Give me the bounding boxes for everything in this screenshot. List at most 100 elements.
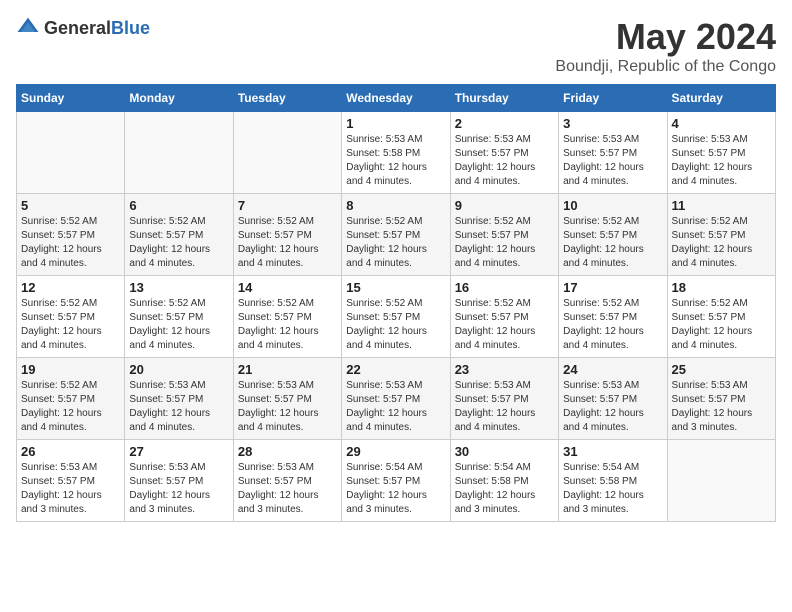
calendar-cell: 26Sunrise: 5:53 AM Sunset: 5:57 PM Dayli… [17, 440, 125, 522]
day-info: Sunrise: 5:54 AM Sunset: 5:58 PM Dayligh… [563, 461, 662, 517]
day-number: 8 [346, 198, 445, 213]
logo-text-blue: Blue [111, 18, 150, 38]
column-header-sunday: Sunday [17, 85, 125, 112]
column-header-saturday: Saturday [667, 85, 775, 112]
page-header: GeneralBlue May 2024 Boundji, Republic o… [16, 16, 776, 76]
day-number: 22 [346, 362, 445, 377]
day-number: 1 [346, 116, 445, 131]
day-info: Sunrise: 5:52 AM Sunset: 5:57 PM Dayligh… [455, 297, 554, 353]
day-info: Sunrise: 5:53 AM Sunset: 5:57 PM Dayligh… [455, 133, 554, 189]
main-title: May 2024 [555, 16, 776, 58]
day-info: Sunrise: 5:53 AM Sunset: 5:57 PM Dayligh… [672, 133, 771, 189]
calendar-cell: 1 Sunrise: 5:53 AM Sunset: 5:58 PM Daylig… [342, 112, 450, 194]
calendar-cell: 21 Sunrise: 5:53 AM Sunset: 5:57 PM Dayli… [233, 358, 341, 440]
calendar-cell: 7 Sunrise: 5:52 AM Sunset: 5:57 PM Daylig… [233, 194, 341, 276]
day-number: 3 [563, 116, 662, 131]
calendar-cell [125, 112, 233, 194]
day-info: Sunrise: 5:52 AM Sunset: 5:57 PM Dayligh… [238, 297, 337, 353]
title-block: May 2024 Boundji, Republic of the Congo [555, 16, 776, 76]
calendar-cell [667, 440, 775, 522]
day-info: Sunrise: 5:52 AM Sunset: 5:57 PM Dayligh… [346, 215, 445, 271]
day-number: 17 [563, 280, 662, 295]
day-info: Sunrise: 5:53 AM Sunset: 5:58 PM Dayligh… [346, 133, 445, 189]
calendar-cell: 28Sunrise: 5:53 AM Sunset: 5:57 PM Dayli… [233, 440, 341, 522]
day-number: 2 [455, 116, 554, 131]
day-info: Sunrise: 5:52 AM Sunset: 5:57 PM Dayligh… [563, 297, 662, 353]
column-header-wednesday: Wednesday [342, 85, 450, 112]
calendar-cell: 8 Sunrise: 5:52 AM Sunset: 5:57 PM Daylig… [342, 194, 450, 276]
calendar-cell: 17 Sunrise: 5:52 AM Sunset: 5:57 PM Dayli… [559, 276, 667, 358]
day-number: 23 [455, 362, 554, 377]
column-header-thursday: Thursday [450, 85, 558, 112]
day-info: Sunrise: 5:52 AM Sunset: 5:57 PM Dayligh… [21, 215, 120, 271]
logo-text-general: General [44, 18, 111, 38]
calendar-cell: 13 Sunrise: 5:52 AM Sunset: 5:57 PM Dayli… [125, 276, 233, 358]
subtitle: Boundji, Republic of the Congo [555, 58, 776, 76]
day-info: Sunrise: 5:52 AM Sunset: 5:57 PM Dayligh… [129, 215, 228, 271]
calendar-cell [233, 112, 341, 194]
day-number: 5 [21, 198, 120, 213]
day-info: Sunrise: 5:53 AM Sunset: 5:57 PM Dayligh… [672, 379, 771, 435]
calendar-cell: 24 Sunrise: 5:53 AM Sunset: 5:57 PM Dayli… [559, 358, 667, 440]
logo: GeneralBlue [16, 16, 150, 40]
day-number: 19 [21, 362, 120, 377]
calendar-cell: 19 Sunrise: 5:52 AM Sunset: 5:57 PM Dayli… [17, 358, 125, 440]
generalblue-logo-icon [16, 16, 40, 40]
day-info: Sunrise: 5:52 AM Sunset: 5:57 PM Dayligh… [21, 297, 120, 353]
calendar-cell: 20Sunrise: 5:53 AM Sunset: 5:57 PM Dayli… [125, 358, 233, 440]
calendar-body: 1 Sunrise: 5:53 AM Sunset: 5:58 PM Daylig… [17, 112, 776, 522]
calendar-cell: 4 Sunrise: 5:53 AM Sunset: 5:57 PM Daylig… [667, 112, 775, 194]
day-number: 18 [672, 280, 771, 295]
day-number: 27 [129, 444, 228, 459]
day-info: Sunrise: 5:52 AM Sunset: 5:57 PM Dayligh… [672, 297, 771, 353]
day-info: Sunrise: 5:52 AM Sunset: 5:57 PM Dayligh… [21, 379, 120, 435]
day-number: 11 [672, 198, 771, 213]
day-info: Sunrise: 5:52 AM Sunset: 5:57 PM Dayligh… [563, 215, 662, 271]
calendar-cell: 12 Sunrise: 5:52 AM Sunset: 5:57 PM Dayli… [17, 276, 125, 358]
day-number: 26 [21, 444, 120, 459]
day-info: Sunrise: 5:52 AM Sunset: 5:57 PM Dayligh… [129, 297, 228, 353]
day-number: 9 [455, 198, 554, 213]
day-number: 6 [129, 198, 228, 213]
column-header-friday: Friday [559, 85, 667, 112]
column-header-tuesday: Tuesday [233, 85, 341, 112]
calendar-cell: 25Sunrise: 5:53 AM Sunset: 5:57 PM Dayli… [667, 358, 775, 440]
calendar-cell [17, 112, 125, 194]
calendar-cell: 9Sunrise: 5:52 AM Sunset: 5:57 PM Daylig… [450, 194, 558, 276]
calendar-cell: 3 Sunrise: 5:53 AM Sunset: 5:57 PM Daylig… [559, 112, 667, 194]
calendar-cell: 29Sunrise: 5:54 AM Sunset: 5:57 PM Dayli… [342, 440, 450, 522]
day-number: 7 [238, 198, 337, 213]
day-number: 30 [455, 444, 554, 459]
day-info: Sunrise: 5:52 AM Sunset: 5:57 PM Dayligh… [238, 215, 337, 271]
day-number: 14 [238, 280, 337, 295]
day-info: Sunrise: 5:54 AM Sunset: 5:57 PM Dayligh… [346, 461, 445, 517]
column-header-monday: Monday [125, 85, 233, 112]
calendar-cell: 23 Sunrise: 5:53 AM Sunset: 5:57 PM Dayli… [450, 358, 558, 440]
day-info: Sunrise: 5:53 AM Sunset: 5:57 PM Dayligh… [563, 133, 662, 189]
day-info: Sunrise: 5:53 AM Sunset: 5:57 PM Dayligh… [563, 379, 662, 435]
calendar-week-row: 1 Sunrise: 5:53 AM Sunset: 5:58 PM Daylig… [17, 112, 776, 194]
calendar-cell: 30Sunrise: 5:54 AM Sunset: 5:58 PM Dayli… [450, 440, 558, 522]
calendar-cell: 31Sunrise: 5:54 AM Sunset: 5:58 PM Dayli… [559, 440, 667, 522]
calendar-cell: 27Sunrise: 5:53 AM Sunset: 5:57 PM Dayli… [125, 440, 233, 522]
calendar-cell: 22Sunrise: 5:53 AM Sunset: 5:57 PM Dayli… [342, 358, 450, 440]
calendar-cell: 5 Sunrise: 5:52 AM Sunset: 5:57 PM Daylig… [17, 194, 125, 276]
day-info: Sunrise: 5:53 AM Sunset: 5:57 PM Dayligh… [455, 379, 554, 435]
day-number: 24 [563, 362, 662, 377]
day-number: 13 [129, 280, 228, 295]
day-info: Sunrise: 5:52 AM Sunset: 5:57 PM Dayligh… [672, 215, 771, 271]
calendar-cell: 16Sunrise: 5:52 AM Sunset: 5:57 PM Dayli… [450, 276, 558, 358]
day-number: 4 [672, 116, 771, 131]
calendar-cell: 6 Sunrise: 5:52 AM Sunset: 5:57 PM Daylig… [125, 194, 233, 276]
calendar-cell: 18 Sunrise: 5:52 AM Sunset: 5:57 PM Dayli… [667, 276, 775, 358]
calendar-week-row: 5 Sunrise: 5:52 AM Sunset: 5:57 PM Daylig… [17, 194, 776, 276]
day-number: 12 [21, 280, 120, 295]
day-info: Sunrise: 5:52 AM Sunset: 5:57 PM Dayligh… [346, 297, 445, 353]
day-number: 10 [563, 198, 662, 213]
calendar-week-row: 12 Sunrise: 5:52 AM Sunset: 5:57 PM Dayli… [17, 276, 776, 358]
day-info: Sunrise: 5:53 AM Sunset: 5:57 PM Dayligh… [238, 379, 337, 435]
calendar-cell: 11 Sunrise: 5:52 AM Sunset: 5:57 PM Dayli… [667, 194, 775, 276]
day-info: Sunrise: 5:53 AM Sunset: 5:57 PM Dayligh… [129, 379, 228, 435]
day-number: 28 [238, 444, 337, 459]
day-number: 21 [238, 362, 337, 377]
